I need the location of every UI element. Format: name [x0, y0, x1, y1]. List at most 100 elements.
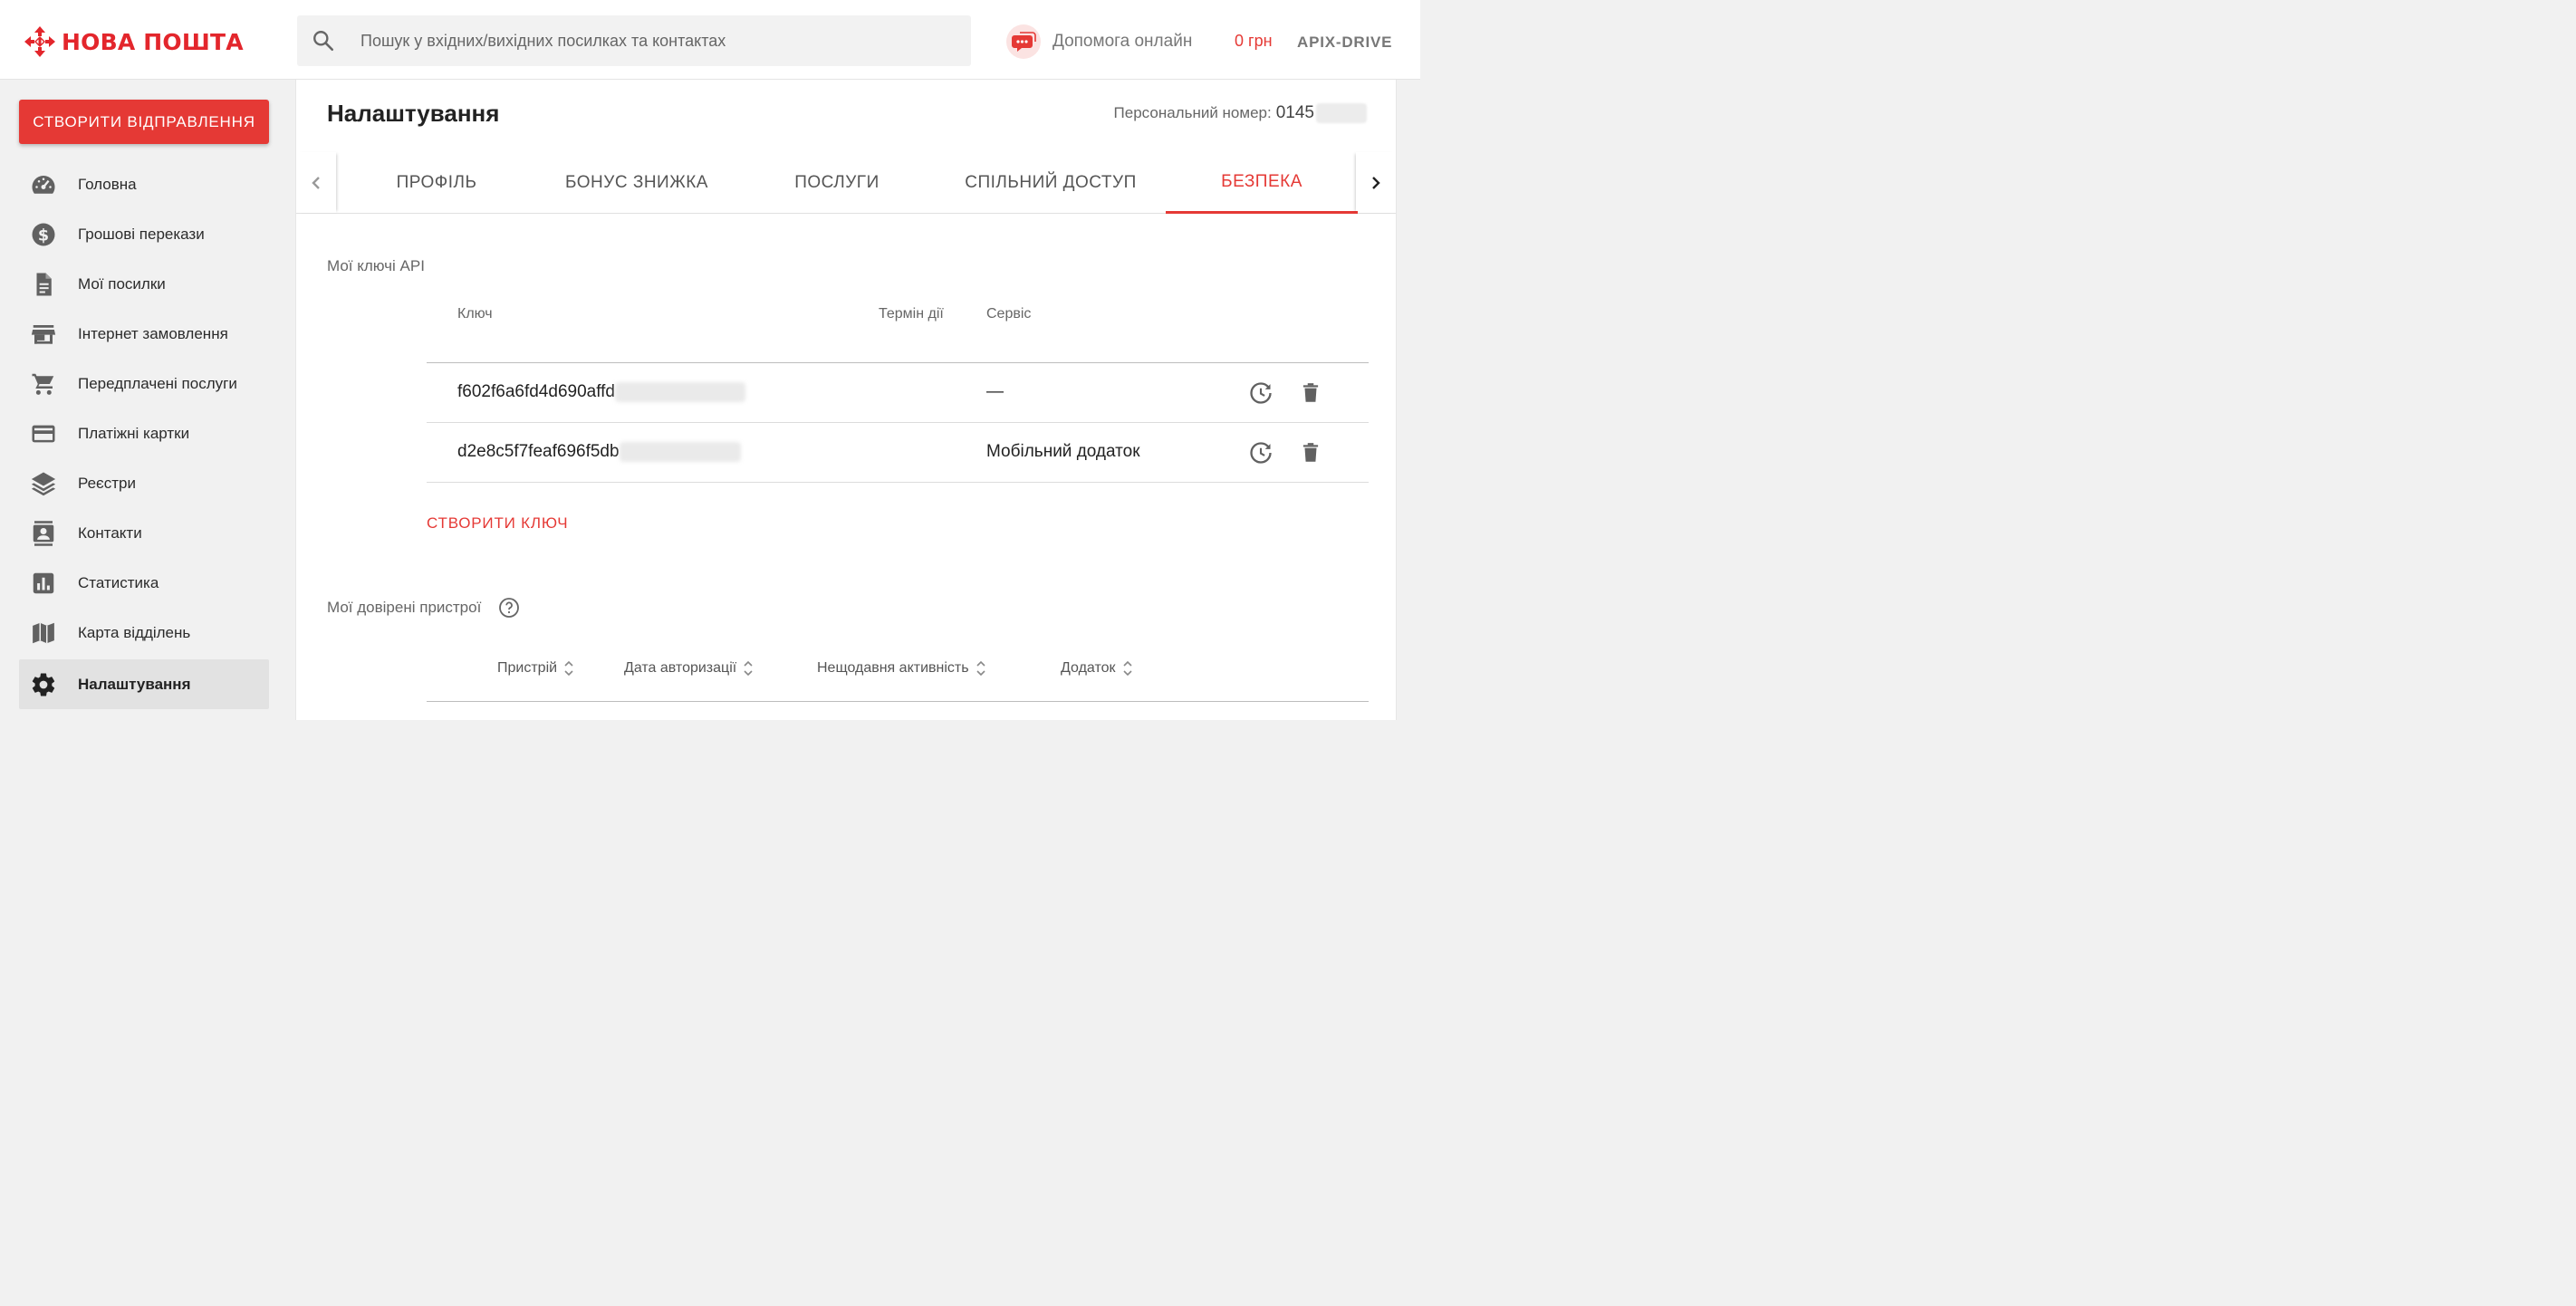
delete-key-button[interactable] [1297, 379, 1324, 407]
sidebar-item-internet-orders[interactable]: Інтернет замовлення [19, 309, 269, 359]
chevron-right-icon [1372, 176, 1380, 189]
settings-card: Налаштування Персональний номер: 0145 ПР… [295, 80, 1397, 720]
column-header-label: Додаток [1061, 660, 1116, 676]
sidebar-item-label: Контакти [78, 523, 142, 542]
redacted-mask [1316, 103, 1367, 123]
trusted-devices-section-title: Мої довірені пристрої [327, 599, 482, 616]
table-row: d2e8c5f7feaf696f5db Мобільний додаток [427, 423, 1369, 483]
regenerate-key-button[interactable] [1247, 379, 1274, 407]
sidebar-item-registries[interactable]: Реєстри [19, 458, 269, 508]
create-shipment-button[interactable]: СТВОРИТИ ВІДПРАВЛЕННЯ [19, 100, 269, 144]
nova-poshta-logo[interactable]: НОВА ПОШТА [24, 25, 244, 58]
settings-tabs: ПРОФІЛЬ БОНУС ЗНИЖКА ПОСЛУГИ СПІЛЬНИЙ ДО… [296, 152, 1396, 214]
username[interactable]: APIX-DRIVE [1297, 34, 1392, 52]
chat-bubble-icon [1006, 24, 1041, 59]
nova-poshta-logo-icon [24, 26, 55, 57]
sidebar-item-settings[interactable]: Налаштування [19, 659, 269, 709]
svg-text:$: $ [38, 226, 49, 245]
api-key-service: — [986, 382, 1004, 401]
table-row: f602f6a6fd4d690affd — [427, 363, 1369, 423]
create-key-button[interactable]: СТВОРИТИ КЛЮЧ [427, 514, 568, 533]
column-header-application[interactable]: Додаток [1061, 658, 1134, 679]
tab-bonus-discount[interactable]: БОНУС ЗНИЖКА [546, 152, 727, 213]
bar-chart-icon [30, 570, 57, 597]
column-header-auth-date[interactable]: Дата авторизації [624, 658, 755, 679]
column-header-term: Термін дії [879, 306, 944, 322]
sidebar-item-label: Налаштування [78, 675, 191, 693]
help-circle-icon[interactable] [498, 597, 520, 619]
tabs-scroll-right-button[interactable] [1356, 152, 1396, 213]
sidebar-item-label: Головна [78, 175, 137, 193]
column-header-label: Дата авторизації [624, 660, 737, 676]
tabs-scroll-left-button[interactable] [296, 152, 336, 213]
sidebar-item-payment-cards[interactable]: Платіжні картки [19, 408, 269, 458]
column-header-key: Ключ [457, 306, 493, 322]
search-icon[interactable] [312, 29, 335, 53]
chevron-left-icon [312, 176, 320, 189]
history-icon [1250, 442, 1272, 464]
history-icon [1250, 382, 1272, 404]
tab-profile[interactable]: ПРОФІЛЬ [367, 152, 506, 213]
sidebar-item-home[interactable]: Головна [19, 159, 269, 209]
redacted-mask [615, 382, 745, 402]
column-header-label: Пристрій [497, 660, 558, 676]
sidebar-item-label: Карта відділень [78, 623, 191, 641]
sidebar-item-contacts[interactable]: Контакти [19, 508, 269, 558]
trash-icon [1302, 383, 1319, 402]
personal-number-value: 0145 [1275, 103, 1314, 122]
contact-icon [30, 520, 57, 547]
sort-icon [564, 660, 573, 677]
redacted-mask [619, 442, 741, 462]
search-bar[interactable] [297, 15, 971, 66]
column-header-recent-activity[interactable]: Нещодавня активність [817, 658, 987, 679]
help-label: Допомога онлайн [1053, 32, 1193, 51]
gear-icon [30, 671, 57, 698]
speedometer-icon [30, 171, 57, 198]
tab-shared-access[interactable]: СПІЛЬНИЙ ДОСТУП [950, 152, 1151, 213]
map-icon [30, 619, 57, 647]
dollar-circle-icon: $ [30, 221, 57, 248]
document-icon [30, 271, 57, 298]
sidebar-item-label: Передплачені послуги [78, 374, 237, 392]
column-header-device[interactable]: Пристрій [497, 658, 575, 679]
layers-icon [30, 470, 57, 497]
api-key-text: f602f6a6fd4d690affd [457, 382, 615, 401]
sidebar-item-branch-map[interactable]: Карта відділень [19, 608, 269, 658]
sidebar-item-prepaid-services[interactable]: Передплачені послуги [19, 359, 269, 408]
sidebar-item-my-parcels[interactable]: Мої посилки [19, 259, 269, 309]
online-help-button[interactable]: Допомога онлайн [1005, 24, 1192, 60]
sidebar-item-label: Інтернет замовлення [78, 324, 228, 342]
personal-number: Персональний номер: 0145 [1114, 103, 1367, 123]
sidebar-item-money-transfers[interactable]: $ Грошові перекази [19, 209, 269, 259]
sidebar-item-label: Мої посилки [78, 274, 166, 293]
sort-icon [976, 660, 985, 677]
delete-key-button[interactable] [1297, 439, 1324, 466]
api-key-service: Мобільний додаток [986, 442, 1140, 461]
sidebar-item-label: Грошові перекази [78, 225, 205, 243]
api-keys-section-title: Мої ключі API [327, 257, 425, 274]
devices-header-divider [427, 701, 1369, 702]
column-header-label: Нещодавня активність [817, 660, 969, 676]
page-title: Налаштування [327, 100, 500, 127]
sidebar-item-label: Статистика [78, 573, 159, 591]
api-key-value: d2e8c5f7feaf696f5db [457, 442, 741, 462]
column-header-service: Сервіс [986, 306, 1032, 322]
cart-icon [30, 370, 57, 398]
sidebar-item-label: Реєстри [78, 474, 136, 492]
api-key-value: f602f6a6fd4d690affd [457, 382, 745, 402]
search-input[interactable] [360, 15, 958, 66]
balance[interactable]: 0 грн [1235, 32, 1273, 51]
personal-number-label: Персональний номер: [1113, 104, 1272, 121]
sort-icon [1122, 660, 1132, 677]
sidebar-item-statistics[interactable]: Статистика [19, 558, 269, 608]
tab-services[interactable]: ПОСЛУГИ [776, 152, 898, 213]
sort-icon [744, 660, 753, 677]
regenerate-key-button[interactable] [1247, 439, 1274, 466]
sidebar-item-label: Платіжні картки [78, 424, 190, 442]
tab-security[interactable]: БЕЗПЕКА [1166, 152, 1358, 214]
store-icon [30, 321, 57, 348]
sidebar: СТВОРИТИ ВІДПРАВЛЕННЯ Головна $ Грошові … [0, 80, 295, 720]
credit-card-icon [30, 420, 57, 447]
api-key-text: d2e8c5f7feaf696f5db [457, 442, 620, 461]
logo-text: НОВА ПОШТА [62, 28, 244, 55]
